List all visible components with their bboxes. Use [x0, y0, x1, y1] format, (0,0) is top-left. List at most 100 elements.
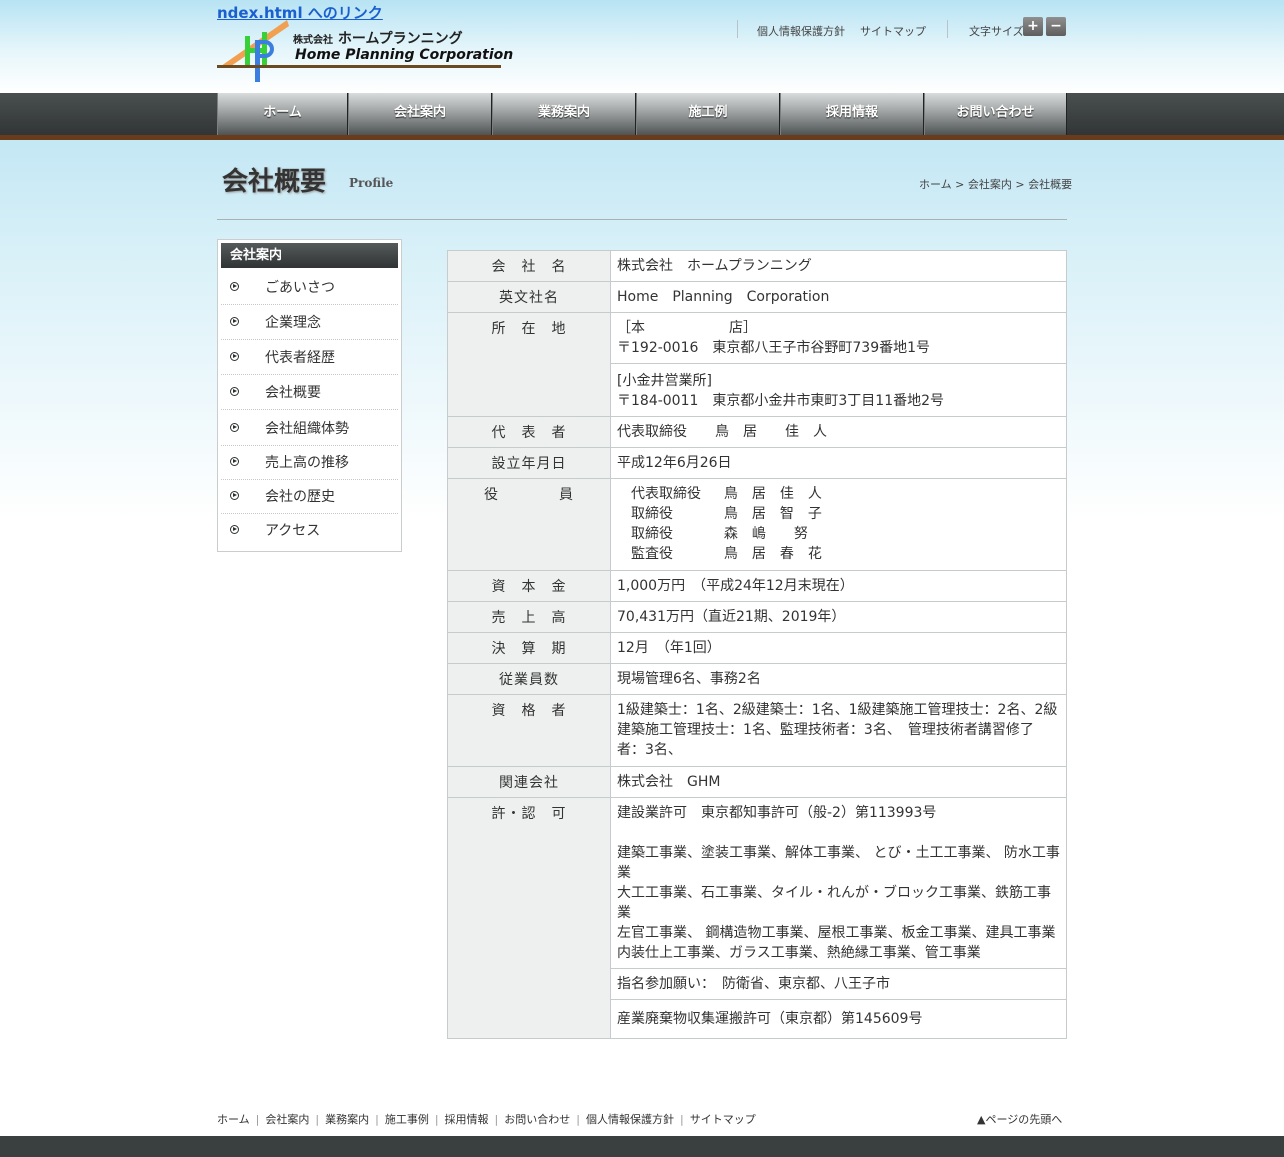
branch-title: [小金井営業所]: [617, 373, 712, 389]
arrow-bullet-icon: [230, 317, 239, 326]
nav-item-services[interactable]: 業務案内: [492, 93, 636, 135]
global-nav-bar: ホーム 会社案内 業務案内 施工例 採用情報 お問い合わせ: [0, 93, 1284, 140]
company-profile-table: 会 社 名 株式会社 ホームプランニング 英文社名 Home Planning …: [447, 250, 1067, 1039]
footer-link-privacy[interactable]: 個人情報保護方針: [586, 1113, 674, 1126]
table-row: 会 社 名 株式会社 ホームプランニング: [447, 250, 1067, 282]
row-value: 12月 （年1回）: [610, 632, 1067, 664]
construction-license: 建設業許可 東京都知事許可（般-2）第113993号: [617, 805, 937, 821]
table-row: 決 算 期 12月 （年1回）: [447, 632, 1067, 664]
row-label: 資 本 金: [447, 570, 611, 602]
footer-nav: ホーム | 会社案内 | 業務案内 | 施工事例 | 採用情報 | お問い合わせ | 個人情報保護方針 |…: [217, 1113, 756, 1126]
works-line: 内装仕上工事業、ガラス工事業、熱絶縁工事業、管工事業: [617, 945, 981, 961]
row-value: 株式会社 ホームプランニング: [610, 250, 1067, 282]
arrow-bullet-icon: [230, 352, 239, 361]
row-label: 英文社名: [447, 281, 611, 313]
logo[interactable]: 株式会社 ホームプランニング Home Planning Corporation: [217, 18, 513, 84]
row-value: 産業廃棄物収集運搬許可（東京都）第145609号: [610, 999, 1067, 1039]
footer-link-home[interactable]: ホーム: [217, 1113, 250, 1126]
font-size-increase-button[interactable]: +: [1023, 17, 1043, 36]
title-divider: [217, 219, 1067, 220]
side-item-label: 代表者経歴: [265, 350, 335, 366]
side-item-label: 売上高の推移: [265, 455, 349, 471]
works-line: 大工工事業、石工事業、タイル・れんが・ブロック工事業、鉄筋工事業: [617, 885, 1051, 921]
page-top-link[interactable]: ▲ページの先頭へ: [977, 1111, 1062, 1127]
row-value: [小金井営業所] 〒184-0011 東京都小金井市東町3丁目11番地2号: [610, 363, 1067, 417]
arrow-bullet-icon: [230, 525, 239, 534]
side-item-access[interactable]: アクセス: [221, 514, 398, 548]
row-label: 従業員数: [447, 663, 611, 695]
logo-company-name: 株式会社 ホームプランニング: [293, 31, 463, 47]
row-label: 所 在 地: [447, 312, 611, 417]
row-value: 平成12年6月26日: [610, 447, 1067, 479]
header: ndex.html へのリンク 株式会社 ホームプランニング Home Plan…: [217, 0, 1067, 93]
side-item-label: アクセス: [265, 523, 321, 539]
footer-link-company[interactable]: 会社案内: [265, 1113, 309, 1126]
arrow-bullet-icon: [230, 491, 239, 500]
row-value: 建設業許可 東京都知事許可（般-2）第113993号 建築工事業、塗装工事業、解…: [610, 797, 1067, 969]
logo-underline: [217, 65, 501, 68]
arrow-bullet-icon: [230, 282, 239, 291]
footer-link-sitemap[interactable]: サイトマップ: [690, 1113, 756, 1126]
row-value: 70,431万円（直近21期、2019年）: [610, 601, 1067, 633]
row-label: 決 算 期: [447, 632, 611, 664]
side-menu-heading: 会社案内: [221, 243, 398, 268]
separator: [947, 20, 948, 38]
side-item-label: 会社組織体勢: [265, 421, 349, 437]
utility-links: 個人情報保護方針 サイトマップ 文字サイズ + −: [737, 17, 1067, 39]
privacy-link[interactable]: 個人情報保護方針: [757, 23, 845, 39]
page-subtitle: Profile: [349, 176, 394, 190]
footer-link-services[interactable]: 業務案内: [325, 1113, 369, 1126]
separator: [737, 20, 738, 38]
row-value: 現場管理6名、事務2名: [610, 663, 1067, 695]
row-label: 資 格 者: [447, 694, 611, 767]
arrow-bullet-icon: [230, 423, 239, 432]
arrow-bullet-icon: [230, 387, 239, 396]
side-item-representative[interactable]: 代表者経歴: [221, 341, 398, 375]
table-row: 許・認 可 建設業許可 東京都知事許可（般-2）第113993号 建築工事業、塗…: [447, 797, 1067, 1039]
side-item-greeting[interactable]: ごあいさつ: [221, 271, 398, 305]
row-value: 株式会社 GHM: [610, 766, 1067, 798]
global-nav: ホーム 会社案内 業務案内 施工例 採用情報 お問い合わせ: [217, 93, 1067, 135]
table-row: 資 本 金 1,000万円 （平成24年12月末現在）: [447, 570, 1067, 602]
nav-item-recruit[interactable]: 採用情報: [780, 93, 924, 135]
nav-item-home[interactable]: ホーム: [217, 93, 348, 135]
row-label: 関連会社: [447, 766, 611, 798]
branch-address: 〒184-0011 東京都小金井市東町3丁目11番地2号: [617, 393, 945, 409]
side-menu: 会社案内 ごあいさつ 企業理念 代表者経歴 会社概要 会社組織体勢 売上高の推移…: [217, 239, 402, 552]
arrow-bullet-icon: [230, 457, 239, 466]
sitemap-link[interactable]: サイトマップ: [860, 23, 926, 39]
logo-mark-icon: [221, 20, 289, 82]
side-item-profile[interactable]: 会社概要: [221, 376, 398, 410]
row-label: 会 社 名: [447, 250, 611, 282]
row-value: 指名参加願い： 防衛省、東京都、八王子市: [610, 968, 1067, 1000]
nav-item-works[interactable]: 施工例: [636, 93, 780, 135]
side-item-label: ごあいさつ: [265, 280, 335, 296]
table-row: 従業員数 現場管理6名、事務2名: [447, 663, 1067, 695]
row-value: Home Planning Corporation: [610, 281, 1067, 313]
side-item-history[interactable]: 会社の歴史: [221, 480, 398, 514]
footer-link-recruit[interactable]: 採用情報: [445, 1113, 489, 1126]
row-label: 設立年月日: [447, 447, 611, 479]
nav-item-contact[interactable]: お問い合わせ: [924, 93, 1067, 135]
row-label: 役 員: [447, 478, 611, 571]
footer-bar: [0, 1136, 1284, 1157]
works-line: 左官工事業、 鋼構造物工事業、屋根工事業、板金工事業、建具工事業: [617, 925, 1056, 941]
side-item-organization[interactable]: 会社組織体勢: [221, 412, 398, 446]
logo-english-name: Home Planning Corporation: [295, 47, 514, 63]
table-row: 英文社名 Home Planning Corporation: [447, 281, 1067, 313]
side-item-label: 会社概要: [265, 385, 321, 401]
footer-link-works[interactable]: 施工事例: [385, 1113, 429, 1126]
head-office-title: ［本 店］: [617, 320, 757, 336]
font-size-decrease-button[interactable]: −: [1046, 17, 1066, 36]
row-label: 売 上 高: [447, 601, 611, 633]
table-row: 代 表 者 代表取締役 鳥 居 佳 人: [447, 416, 1067, 448]
side-item-sales[interactable]: 売上高の推移: [221, 446, 398, 480]
nav-item-company[interactable]: 会社案内: [348, 93, 492, 135]
row-value: ［本 店］ 〒192-0016 東京都八王子市谷野町739番地1号: [610, 312, 1067, 364]
breadcrumb[interactable]: ホーム > 会社案内 > 会社概要: [919, 176, 1072, 192]
side-item-label: 企業理念: [265, 315, 321, 331]
footer-link-contact[interactable]: お問い合わせ: [504, 1113, 570, 1126]
table-row: 設立年月日 平成12年6月26日: [447, 447, 1067, 479]
page-title: 会社概要: [222, 167, 327, 197]
side-item-philosophy[interactable]: 企業理念: [221, 306, 398, 340]
